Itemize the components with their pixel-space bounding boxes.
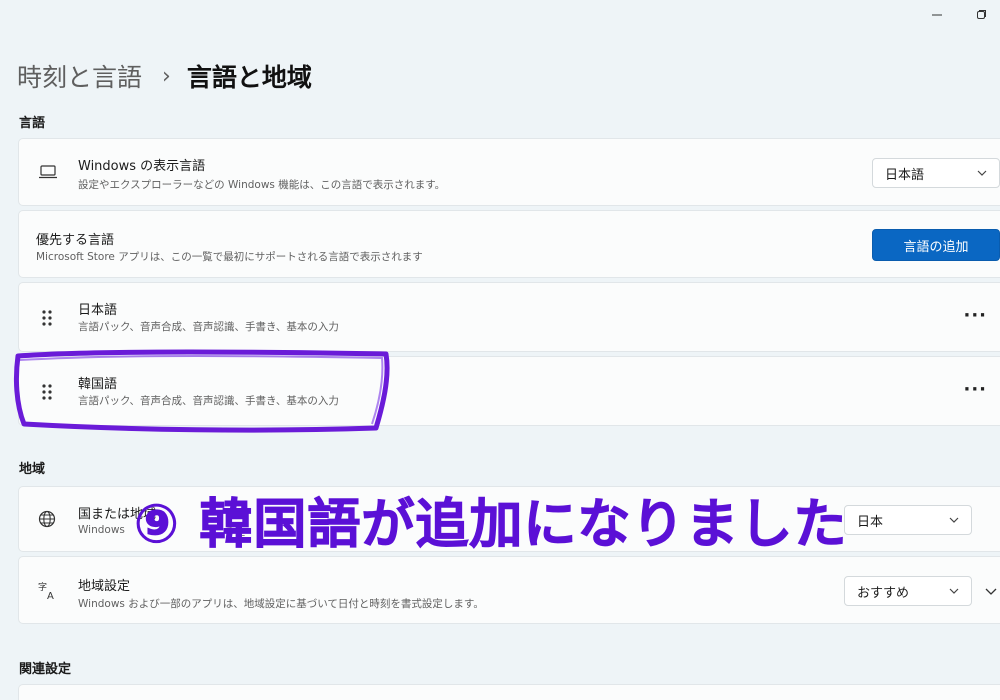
language-format-icon: 字A xyxy=(37,579,59,601)
language-name: 韓国語 xyxy=(78,377,118,392)
page-title: 言語と地域 xyxy=(186,63,312,92)
display-language-title: Windows の表示言語 xyxy=(78,159,206,174)
display-language-value: 日本語 xyxy=(885,167,925,183)
chevron-down-icon xyxy=(949,585,959,600)
expand-chevron-icon[interactable] xyxy=(985,585,997,597)
more-options-icon[interactable]: ··· xyxy=(963,305,987,326)
regional-format-title: 地域設定 xyxy=(78,579,131,594)
language-features: 言語パック、音声合成、音声認識、手書き、基本の入力 xyxy=(78,395,339,407)
add-language-button[interactable]: 言語の追加 xyxy=(872,229,1000,261)
chevron-down-icon xyxy=(977,167,987,182)
globe-icon xyxy=(37,509,57,529)
language-item-korean[interactable]: 韓国語 言語パック、音声合成、音声認識、手書き、基本の入力 ··· xyxy=(18,356,1000,426)
laptop-icon xyxy=(37,163,59,181)
more-options-icon[interactable]: ··· xyxy=(963,379,987,400)
drag-handle-icon[interactable] xyxy=(41,383,53,401)
country-value: 日本 xyxy=(857,514,884,530)
display-language-subtitle: 設定やエクスプローラーなどの Windows 機能は、この言語で表示されます。 xyxy=(78,179,446,191)
breadcrumb: 時刻と言語 › 言語と地域 xyxy=(17,58,312,94)
language-item-japanese[interactable]: 日本語 言語パック、音声合成、音声認識、手書き、基本の入力 ··· xyxy=(18,282,1000,352)
window-controls xyxy=(930,8,988,22)
display-language-dropdown[interactable]: 日本語 xyxy=(872,158,1000,188)
svg-text:A: A xyxy=(47,591,54,600)
regional-format-dropdown[interactable]: おすすめ xyxy=(844,576,972,606)
section-label-related: 関連設定 xyxy=(19,662,72,677)
regional-format-value: おすすめ xyxy=(857,585,910,601)
country-dropdown[interactable]: 日本 xyxy=(844,505,972,535)
preferred-languages-subtitle: Microsoft Store アプリは、この一覧で最初にサポートされる言語で表… xyxy=(36,251,423,263)
language-features: 言語パック、音声合成、音声認識、手書き、基本の入力 xyxy=(78,321,339,333)
breadcrumb-parent[interactable]: 時刻と言語 xyxy=(17,58,142,94)
chevron-down-icon xyxy=(949,514,959,529)
display-language-card: Windows の表示言語 設定やエクスプローラーなどの Windows 機能は… xyxy=(18,138,1000,206)
language-name: 日本語 xyxy=(78,303,118,318)
regional-format-subtitle: Windows および一部のアプリは、地域設定に基づいて日付と時刻を書式設定しま… xyxy=(78,598,484,610)
preferred-languages-card: 優先する言語 Microsoft Store アプリは、この一覧で最初にサポート… xyxy=(18,210,1000,278)
section-label-region: 地域 xyxy=(19,462,46,477)
restore-icon[interactable] xyxy=(974,8,988,22)
breadcrumb-separator: › xyxy=(162,63,171,89)
minimize-icon[interactable] xyxy=(930,8,944,22)
related-settings-card[interactable] xyxy=(18,684,1000,700)
country-subtitle: Windows xyxy=(78,524,125,536)
section-label-language: 言語 xyxy=(19,116,46,131)
regional-format-card[interactable]: 字A 地域設定 Windows および一部のアプリは、地域設定に基づいて日付と時… xyxy=(18,556,1000,624)
annotation-text: ⑨ 韓国語が追加になりました xyxy=(133,494,848,556)
svg-text:字: 字 xyxy=(38,581,47,593)
drag-handle-icon[interactable] xyxy=(41,309,53,327)
preferred-languages-title: 優先する言語 xyxy=(36,233,115,248)
